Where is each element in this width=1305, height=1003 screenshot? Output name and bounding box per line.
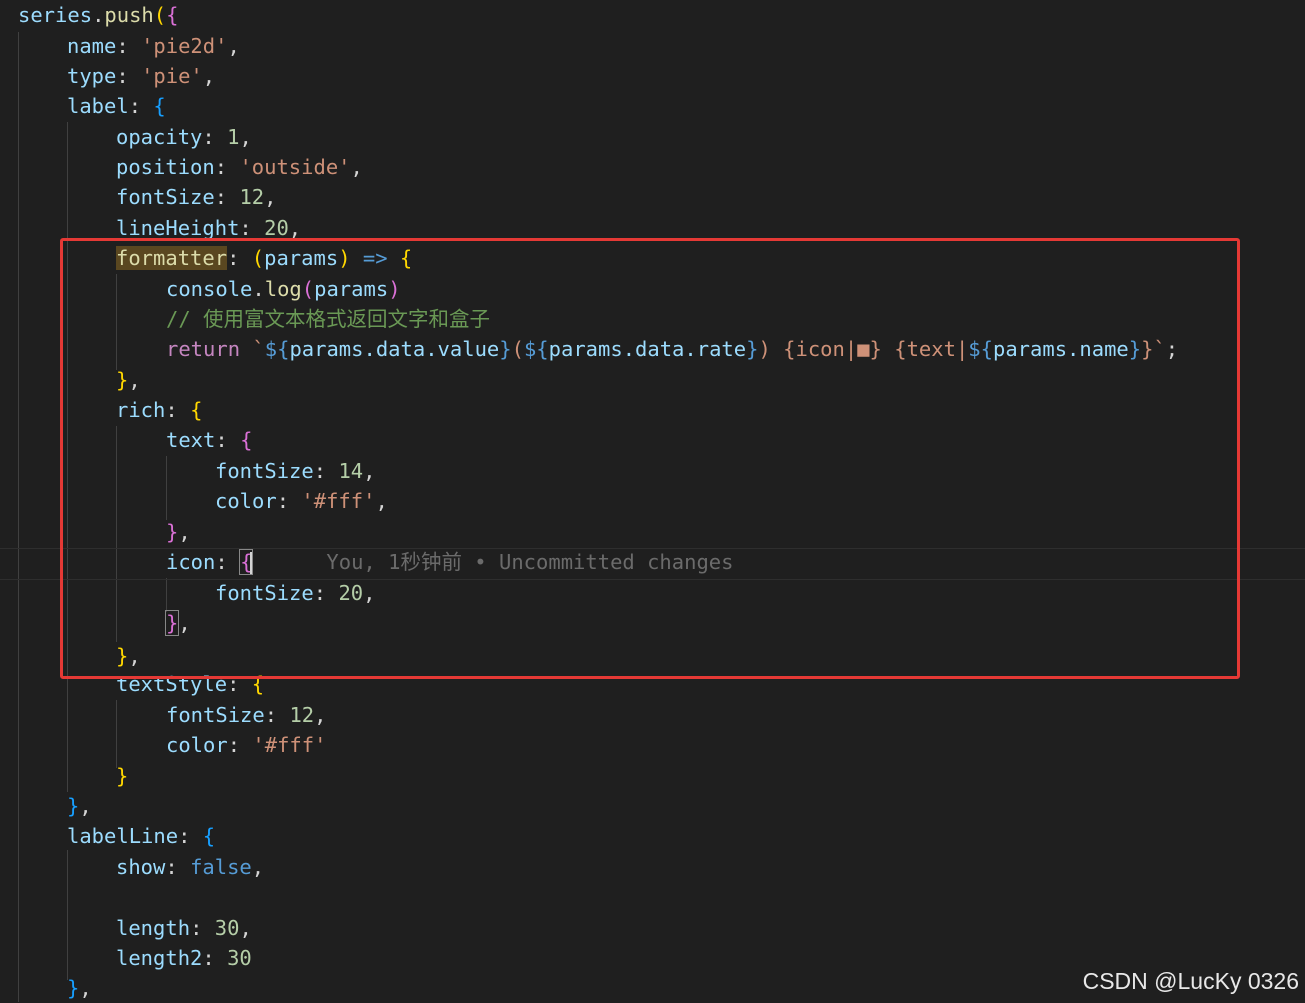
code-token: , bbox=[288, 216, 302, 240]
code-line[interactable]: fontSize: 12, bbox=[166, 700, 326, 730]
code-token: , bbox=[227, 34, 240, 58]
code-token: length2 bbox=[116, 946, 203, 970]
code-token: lineHeight bbox=[116, 216, 240, 240]
code-line[interactable]: }, bbox=[67, 973, 92, 1003]
code-token: 30 bbox=[227, 946, 252, 970]
code-token: 1 bbox=[227, 125, 240, 149]
indent-guide bbox=[18, 32, 19, 1002]
code-line[interactable]: length: 30, bbox=[116, 913, 252, 943]
highlight-annotation-box bbox=[60, 238, 1240, 679]
code-token: fontSize bbox=[116, 185, 215, 209]
code-line[interactable]: opacity: 1, bbox=[116, 122, 252, 152]
code-token: opacity bbox=[116, 125, 203, 149]
code-line[interactable]: series.push({ bbox=[18, 0, 178, 30]
code-token: , bbox=[79, 794, 92, 818]
code-token: : bbox=[165, 855, 191, 879]
code-token: show bbox=[116, 855, 166, 879]
code-token: , bbox=[202, 64, 216, 88]
code-line[interactable]: label: { bbox=[67, 91, 166, 121]
code-token: color bbox=[166, 733, 228, 757]
code-line[interactable]: show: false, bbox=[116, 852, 264, 882]
code-token: : bbox=[239, 216, 265, 240]
code-token: false bbox=[190, 855, 252, 879]
watermark: CSDN @LucKy 0326 bbox=[1082, 968, 1299, 994]
code-line[interactable]: fontSize: 12, bbox=[116, 182, 276, 212]
code-token: : bbox=[214, 155, 240, 179]
code-token: ( bbox=[153, 3, 167, 27]
code-token: : bbox=[116, 34, 142, 58]
code-line[interactable]: }, bbox=[67, 791, 92, 821]
code-token: , bbox=[251, 855, 265, 879]
code-token: , bbox=[314, 703, 327, 727]
code-line[interactable]: color: '#fff' bbox=[166, 730, 326, 760]
code-token: name bbox=[67, 34, 117, 58]
code-line[interactable]: } bbox=[116, 761, 128, 791]
code-editor[interactable]: series.push({ name: 'pie2d', type: 'pie'… bbox=[0, 0, 1305, 1003]
code-token: push bbox=[104, 3, 154, 27]
code-token: : bbox=[264, 703, 290, 727]
code-token: labelLine bbox=[67, 824, 179, 848]
code-token: , bbox=[264, 185, 277, 209]
code-token: , bbox=[239, 125, 252, 149]
code-token: : bbox=[116, 64, 142, 88]
code-token: type bbox=[67, 64, 117, 88]
code-line[interactable]: name: 'pie2d', bbox=[67, 31, 240, 61]
code-token: , bbox=[79, 976, 92, 1000]
code-token: 12 bbox=[239, 185, 265, 209]
indent-guide bbox=[67, 850, 68, 980]
code-line[interactable]: length2: 30 bbox=[116, 943, 252, 973]
code-line[interactable]: labelLine: { bbox=[67, 821, 215, 851]
code-token: , bbox=[350, 155, 363, 179]
code-token: { bbox=[166, 3, 179, 27]
code-token: 30 bbox=[214, 916, 240, 940]
indent-guide bbox=[116, 700, 117, 768]
code-token: : bbox=[128, 94, 154, 118]
code-token: { bbox=[153, 94, 166, 118]
code-token: series bbox=[18, 3, 93, 27]
code-token: position bbox=[116, 155, 215, 179]
code-token: : bbox=[202, 946, 228, 970]
code-token: : bbox=[214, 185, 240, 209]
code-token: , bbox=[239, 916, 252, 940]
code-token: } bbox=[67, 794, 80, 818]
code-token: } bbox=[116, 764, 129, 788]
code-token: 'pie2d' bbox=[141, 34, 228, 58]
code-token: 'pie' bbox=[141, 64, 203, 88]
code-token: { bbox=[202, 824, 216, 848]
code-token: length bbox=[116, 916, 191, 940]
code-token: : bbox=[190, 916, 215, 940]
code-token: 'outside' bbox=[239, 155, 351, 179]
code-token: } bbox=[67, 976, 80, 1000]
code-token: '#fff' bbox=[252, 733, 327, 757]
code-token: . bbox=[92, 3, 105, 27]
code-line[interactable]: position: 'outside', bbox=[116, 152, 363, 182]
code-token: 12 bbox=[289, 703, 315, 727]
code-token: : bbox=[227, 733, 253, 757]
code-line[interactable]: type: 'pie', bbox=[67, 61, 215, 91]
code-token: : bbox=[178, 824, 203, 848]
code-token: label bbox=[67, 94, 129, 118]
code-token: 20 bbox=[264, 216, 289, 240]
code-token: fontSize bbox=[166, 703, 265, 727]
code-token: : bbox=[202, 125, 228, 149]
